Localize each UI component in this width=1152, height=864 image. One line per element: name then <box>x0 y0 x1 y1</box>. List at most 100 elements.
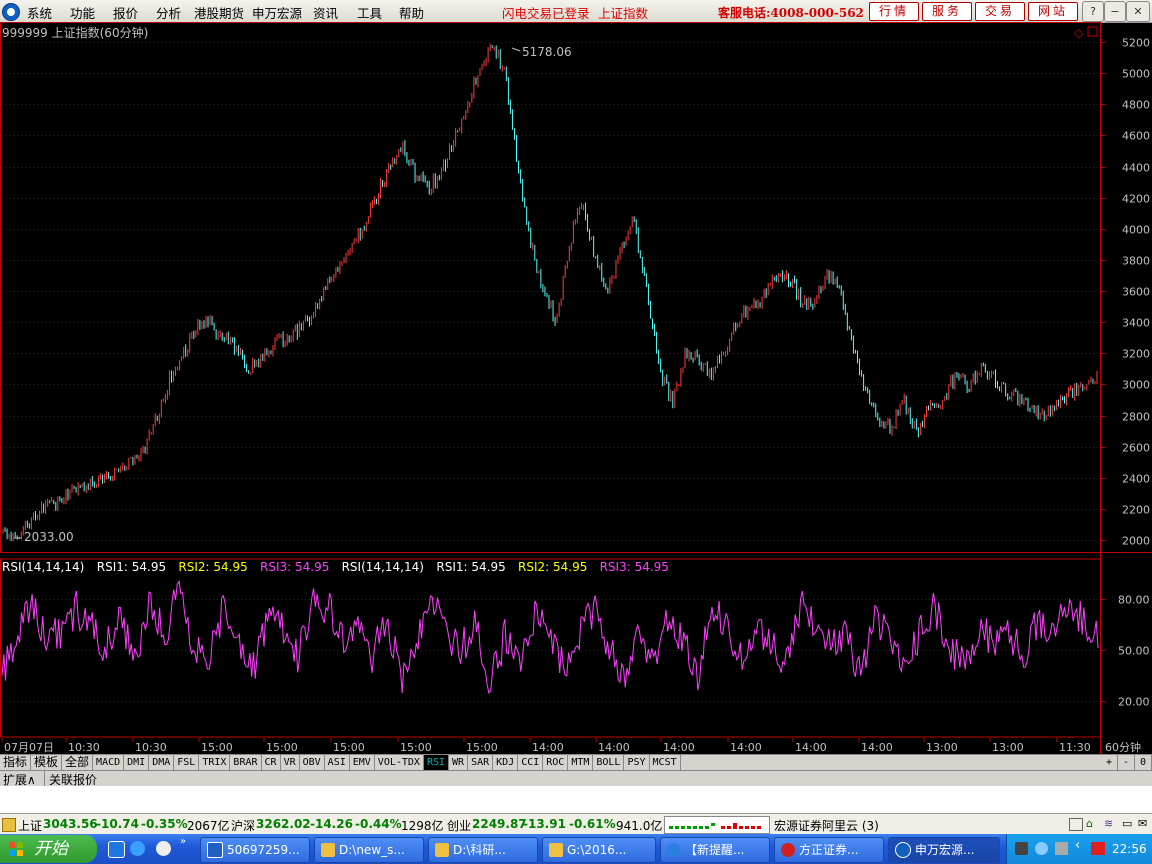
tab-control-2[interactable]: 0 <box>1135 755 1152 770</box>
indicator-tab-bar: 指标 模板 全部 MACD DMI DMA FSL TRIX BRAR CR VR OBV ASI EMV… <box>0 754 1152 771</box>
menu-quote[interactable]: 报价 <box>113 3 138 22</box>
lock-icon[interactable]: ⌂ <box>1086 817 1093 830</box>
tab-vol-tdx[interactable]: VOL-TDX <box>375 755 424 770</box>
help-icon[interactable]: ? <box>1082 1 1104 22</box>
time-label: 10:30 <box>68 741 100 754</box>
ie-icon[interactable] <box>108 841 125 858</box>
minimize-icon[interactable]: − <box>1104 1 1126 22</box>
server-label[interactable]: 宏源证券阿里云 (3) <box>774 817 879 834</box>
y-tick-label: 4800 <box>1122 99 1150 112</box>
rsi-header-item: RSI(14,14,14) <box>342 560 424 574</box>
restore-chart-icon[interactable]: ◇ <box>1074 26 1084 40</box>
y-tick-label: 4000 <box>1122 224 1150 237</box>
tab-asi[interactable]: ASI <box>325 755 350 770</box>
task-item-swhy-active[interactable]: 申万宏源... <box>888 837 1000 863</box>
menu-help[interactable]: 帮助 <box>399 3 424 22</box>
y-tick-label: 3600 <box>1122 286 1150 299</box>
task-item-folder3[interactable]: G:\2016... <box>542 837 656 863</box>
y-tick-label: 4400 <box>1122 162 1150 175</box>
time-axis-labels: 07月07日 10:30 10:30 15:00 15:00 15:00 15:00 15:0… <box>1 738 1141 754</box>
founder-app-icon <box>781 842 795 857</box>
time-label: 15:00 <box>333 741 365 754</box>
menu-function[interactable]: 功能 <box>70 3 95 22</box>
task-item-folder1[interactable]: D:\new_s... <box>314 837 424 863</box>
flash-trade-status[interactable]: 闪电交易已登录 <box>502 3 590 22</box>
tab-wr[interactable]: WR <box>449 755 469 770</box>
task-item-folder2[interactable]: D:\科研... <box>428 837 538 863</box>
tab-sar[interactable]: SAR <box>468 755 494 770</box>
menu-tools[interactable]: 工具 <box>357 3 382 22</box>
chart-title: 999999 上证指数(60分钟) <box>2 25 148 40</box>
folder-icon <box>435 842 449 857</box>
tab-lead[interactable]: 全部 <box>62 755 94 770</box>
time-label: 15:00 <box>266 741 298 754</box>
tab-vr[interactable]: VR <box>281 755 300 770</box>
menu-hk-futures[interactable]: 港股期货 <box>194 3 244 22</box>
market-button[interactable]: 行情 <box>869 2 919 21</box>
clock[interactable]: 22:56 <box>1112 842 1147 856</box>
rsi-series <box>1 579 1099 695</box>
menu-swhy[interactable]: 申万宏源 <box>252 3 302 22</box>
chart-area[interactable]: 2000 2200 2400 2600 2800 3000 3200 3400 3600 3800… <box>0 22 1152 738</box>
tab-cci[interactable]: CCI <box>518 755 544 770</box>
tab-fsl[interactable]: FSL <box>174 755 200 770</box>
trade-button[interactable]: 交易 <box>975 2 1025 21</box>
tab-rsi[interactable]: RSI <box>423 755 450 770</box>
tab-lead[interactable]: 模板 <box>31 755 63 770</box>
tab-control-1[interactable]: - <box>1118 755 1135 770</box>
y-tick-label: 3400 <box>1122 317 1150 330</box>
tray-icon-3[interactable] <box>1055 842 1068 855</box>
website-button[interactable]: 网站 <box>1028 2 1078 21</box>
expand-quicklaunch-icon[interactable]: » <box>180 836 186 847</box>
tab-dma[interactable]: DMA <box>149 755 175 770</box>
ie-e-icon[interactable] <box>156 841 171 856</box>
tab-trix[interactable]: TRIX <box>199 755 231 770</box>
z-app-icon <box>207 841 223 858</box>
menu-analysis[interactable]: 分析 <box>156 3 181 22</box>
task-item-alert[interactable]: 【新提醒... <box>660 837 770 863</box>
tab-mcst[interactable]: MCST <box>650 755 681 770</box>
time-label: 15:00 <box>201 741 233 754</box>
tab-roc[interactable]: ROC <box>543 755 569 770</box>
tab-lead[interactable]: 指标 <box>0 755 32 770</box>
tab-dmi[interactable]: DMI <box>124 755 150 770</box>
price-series <box>2 43 1098 542</box>
chat-icon[interactable]: ▭ <box>1122 817 1132 830</box>
tab-control-0[interactable]: + <box>1101 755 1118 770</box>
tab-mtm[interactable]: MTM <box>568 755 594 770</box>
mail-icon[interactable]: ✉ <box>1138 817 1147 830</box>
menu-news[interactable]: 资讯 <box>313 3 338 22</box>
menu-system[interactable]: 系统 <box>27 3 52 22</box>
tab-psy[interactable]: PSY <box>624 755 650 770</box>
cy-label: 创业 <box>447 819 472 833</box>
tab-emv[interactable]: EMV <box>350 755 375 770</box>
info-panel <box>0 786 1152 813</box>
tray-icon-1[interactable] <box>1015 842 1028 855</box>
window-icon[interactable] <box>1069 818 1083 831</box>
rsi-header-item: RSI3: 54.95 <box>260 560 329 574</box>
browser-icon[interactable] <box>130 841 145 856</box>
time-label: 14:00 <box>532 741 564 754</box>
tab-brar[interactable]: BRAR <box>230 755 262 770</box>
start-button[interactable]: 开始 <box>0 835 97 863</box>
tab-macd[interactable]: MACD <box>93 755 125 770</box>
alert-icon[interactable] <box>2 818 16 832</box>
tab-cr[interactable]: CR <box>262 755 281 770</box>
y-tick-label: 2600 <box>1122 442 1150 455</box>
tab-obv[interactable]: OBV <box>300 755 325 770</box>
tray-icon-2[interactable] <box>1035 842 1048 855</box>
task-item-doc[interactable]: 50697259... <box>200 837 310 863</box>
price-chart[interactable]: 2000 2200 2400 2600 2800 3000 3200 3400 3600 3800… <box>0 22 1152 738</box>
rsi-panel-frame <box>0 558 1101 738</box>
time-label: 15:00 <box>400 741 432 754</box>
service-button[interactable]: 服务 <box>922 2 972 21</box>
task-item-founder[interactable]: 方正证券... <box>774 837 884 863</box>
tab-kdj[interactable]: KDJ <box>493 755 519 770</box>
low-label: 2033.00 <box>24 530 74 544</box>
cy-amount: 941.0亿 <box>616 819 663 833</box>
tray-alert-icon[interactable] <box>1091 842 1105 855</box>
close-icon[interactable]: ✕ <box>1126 1 1150 22</box>
maximize-chart-icon[interactable] <box>1087 26 1098 37</box>
tab-boll[interactable]: BOLL <box>593 755 625 770</box>
tray-collapse-icon[interactable]: ‹ <box>1075 838 1080 853</box>
